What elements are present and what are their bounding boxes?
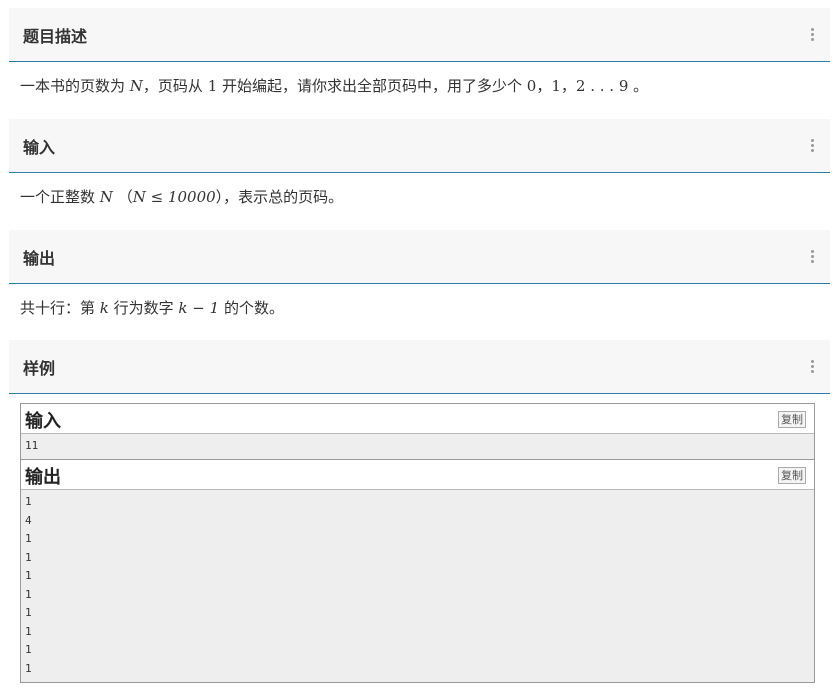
sample-line: 4 bbox=[25, 513, 32, 527]
sample-line: 11 bbox=[25, 439, 39, 452]
problem-page: 题目描述 一本书的页数为 N，页码从 1 开始编起，请你求出全部页码中，用了多少… bbox=[0, 0, 839, 698]
sample-line: 1 bbox=[25, 495, 32, 508]
sample-line: 1 bbox=[25, 661, 32, 675]
sample-output-content: 1 4 1 1 1 1 1 1 1 1 bbox=[21, 490, 814, 682]
section-header-sample: 样例 bbox=[9, 340, 830, 394]
sample-line: 1 bbox=[25, 569, 32, 582]
more-options-icon[interactable] bbox=[811, 250, 814, 263]
sample-input-label: 输入 bbox=[25, 411, 61, 432]
section-title: 输入 bbox=[23, 138, 56, 157]
sample-input-content: 11 bbox=[21, 434, 814, 459]
sample-output-label: 输出 bbox=[25, 467, 61, 488]
output-text: 共十行：第 k 行为数字 k − 1 的个数。 bbox=[20, 299, 284, 317]
section-title: 题目描述 bbox=[23, 27, 88, 46]
copy-output-button[interactable]: 复制 bbox=[778, 467, 806, 484]
input-text: 一个正整数 N （N ≤ 10000），表示总的页码。 bbox=[20, 188, 344, 206]
sample-line: 1 bbox=[25, 606, 32, 619]
section-title: 样例 bbox=[23, 359, 56, 378]
section-header-description: 题目描述 bbox=[9, 8, 830, 62]
sample-box: 输入 复制 11 输出 复制 1 4 1 1 1 1 1 1 1 1 bbox=[20, 403, 815, 683]
sample-output-header: 输出 复制 bbox=[21, 460, 814, 490]
sample-line: 1 bbox=[25, 643, 32, 656]
sample-line: 1 bbox=[25, 550, 32, 564]
description-text: 一本书的页数为 N，页码从 1 开始编起，请你求出全部页码中，用了多少个 0，1… bbox=[20, 77, 649, 95]
more-options-icon[interactable] bbox=[811, 360, 814, 373]
section-header-input: 输入 bbox=[9, 119, 830, 173]
more-options-icon[interactable] bbox=[811, 28, 814, 41]
sample-line: 1 bbox=[25, 532, 32, 545]
sample-input-header: 输入 复制 bbox=[21, 404, 814, 434]
section-header-output: 输出 bbox=[9, 230, 830, 284]
section-title: 输出 bbox=[23, 249, 56, 268]
more-options-icon[interactable] bbox=[811, 139, 814, 152]
copy-input-button[interactable]: 复制 bbox=[778, 411, 806, 428]
sample-line: 1 bbox=[25, 624, 32, 638]
sample-line: 1 bbox=[25, 587, 32, 601]
